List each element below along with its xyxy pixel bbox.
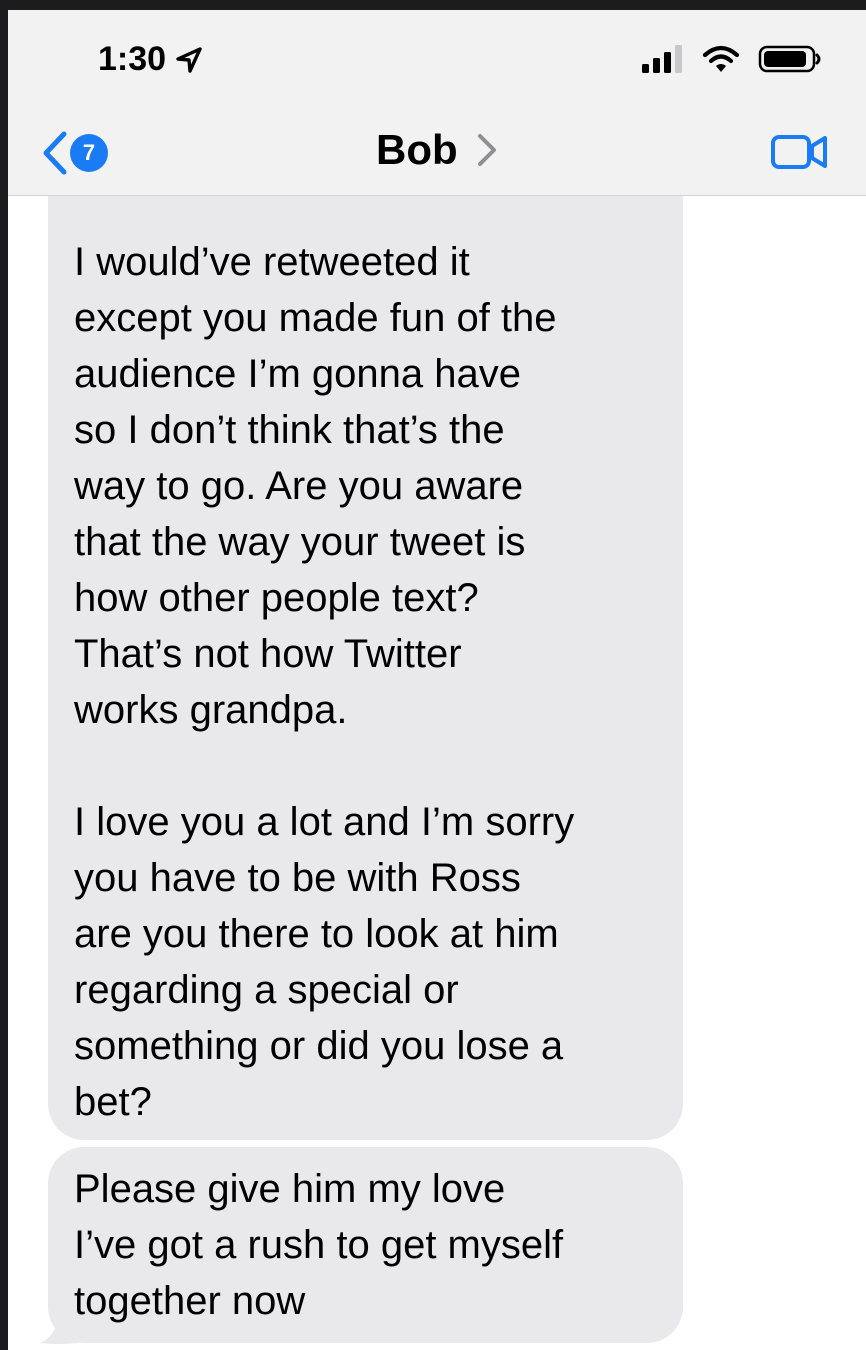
messages-screen: I would’ve retweeted it except you made … <box>8 10 866 1350</box>
bubble-tail <box>40 1315 78 1344</box>
unread-count-badge: 7 <box>70 134 108 172</box>
status-indicators <box>642 44 822 74</box>
wifi-icon <box>702 45 740 72</box>
chevron-left-icon <box>43 131 67 175</box>
clock: 1:30 <box>98 40 167 78</box>
chevron-right-icon <box>477 134 496 166</box>
location-arrow-icon <box>176 46 202 73</box>
cellular-signal-icon <box>642 45 682 73</box>
contact-header[interactable]: Bob <box>376 126 498 174</box>
video-camera-icon[interactable] <box>770 132 828 172</box>
message-bubble[interactable]: Please give him my love I’ve got a rush … <box>48 1147 683 1343</box>
navigation-header: 1:30 7 Bob <box>8 10 866 196</box>
status-time: 1:30 <box>98 40 204 79</box>
message-bubble[interactable]: I would’ve retweeted it except you made … <box>48 160 683 1140</box>
contact-name: Bob <box>376 126 458 173</box>
back-button[interactable]: 7 <box>40 130 108 176</box>
battery-icon <box>758 45 821 73</box>
